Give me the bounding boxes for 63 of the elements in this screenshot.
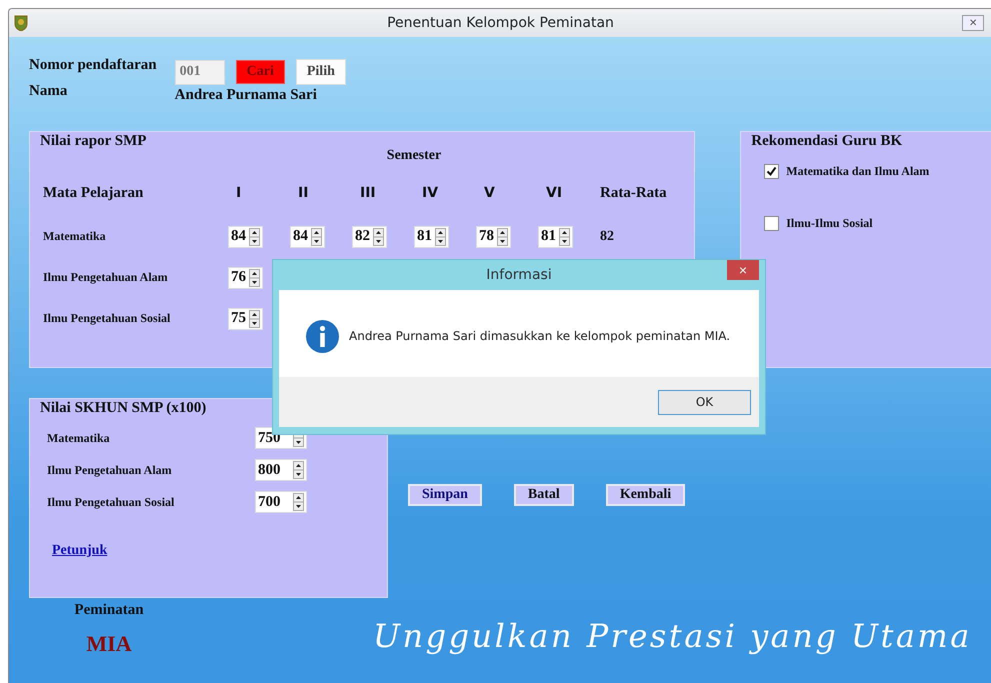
checkbox[interactable] xyxy=(764,216,780,231)
spin-arrows-icon xyxy=(435,228,446,246)
spin-arrows-icon xyxy=(249,268,260,286)
subject-label: Ilmu Pengetahuan Alam xyxy=(47,462,173,478)
dialog-message: Andrea Purnama Sari dimasukkan ke kelompok peminatan MIA. xyxy=(349,329,730,343)
interest-label: Peminatan xyxy=(74,602,144,619)
number-spinner[interactable]: 81 xyxy=(414,226,449,248)
column-heading: VI xyxy=(545,184,564,203)
number-spinner[interactable]: 81 xyxy=(538,226,573,248)
number-spinner[interactable]: 76 xyxy=(228,266,263,288)
close-button[interactable]: × xyxy=(727,260,759,280)
column-heading: I xyxy=(235,184,242,203)
column-heading: V xyxy=(483,184,496,203)
spin-arrows-icon xyxy=(311,228,322,246)
interest-value: MIA xyxy=(86,631,132,657)
number-spinner[interactable]: 800 xyxy=(255,459,307,481)
subject-label: Ilmu Pengetahuan Sosial xyxy=(43,310,172,327)
name-label: Nama xyxy=(29,83,68,100)
panel-title: Nilai rapor SMP xyxy=(39,132,148,150)
spin-arrows-icon xyxy=(373,228,384,246)
slogan-text: Unggulkan Prestasi yang Utama xyxy=(373,617,972,657)
spin-arrows-icon xyxy=(249,228,260,246)
help-link[interactable]: Petunjuk xyxy=(52,543,108,559)
spin-arrows-icon xyxy=(249,310,260,328)
action-button[interactable]: Batal xyxy=(514,484,574,506)
subject-label: Matematika xyxy=(47,430,111,446)
semester-heading: Semester xyxy=(386,148,442,165)
number-spinner[interactable]: 75 xyxy=(228,308,263,330)
column-heading: III xyxy=(359,184,377,203)
registration-number-label: Nomor pendaftaran xyxy=(29,57,157,74)
panel-title: Rekomendasi Guru BK xyxy=(750,132,904,150)
pick-button[interactable]: Pilih xyxy=(296,59,346,85)
registration-number-field[interactable]: 001 xyxy=(174,60,225,84)
number-spinner[interactable]: 82 xyxy=(352,226,387,248)
column-heading: II xyxy=(297,184,310,203)
column-heading: IV xyxy=(421,184,440,203)
close-button[interactable]: ✕ xyxy=(962,15,984,31)
panel-title: Nilai SKHUN SMP (x100) xyxy=(39,399,208,417)
window-title: Penentuan Kelompok Peminatan xyxy=(387,15,614,31)
checkbox-label: Ilmu-Ilmu Sosial xyxy=(786,216,873,231)
number-spinner[interactable]: 84 xyxy=(228,226,263,248)
spin-arrows-icon xyxy=(497,228,508,246)
action-button[interactable]: Kembali xyxy=(606,484,686,506)
spin-arrows-icon xyxy=(559,228,570,246)
subject-label: Matematika xyxy=(43,228,107,245)
number-spinner[interactable]: 84 xyxy=(290,226,325,248)
number-spinner[interactable]: 78 xyxy=(476,226,511,248)
dialog-title: Informasi xyxy=(486,267,552,283)
subject-label: Ilmu Pengetahuan Sosial xyxy=(47,494,176,510)
spin-arrows-icon xyxy=(293,461,304,479)
emblem-icon xyxy=(14,15,28,31)
spin-arrows-icon xyxy=(293,493,304,511)
checkbox[interactable] xyxy=(764,164,780,179)
checkbox-label: Matematika dan Ilmu Alam xyxy=(786,164,930,179)
student-name: Andrea Purnama Sari xyxy=(174,87,318,104)
column-heading: Rata-Rata xyxy=(600,184,668,203)
info-icon xyxy=(306,320,339,352)
ok-button[interactable]: OK xyxy=(658,390,751,414)
column-heading: Mata Pelajaran xyxy=(43,184,144,203)
action-button[interactable]: Simpan xyxy=(408,484,482,506)
subject-label: Ilmu Pengetahuan Alam xyxy=(43,269,169,286)
average-value: 82 xyxy=(600,228,614,244)
number-spinner[interactable]: 700 xyxy=(255,491,307,513)
